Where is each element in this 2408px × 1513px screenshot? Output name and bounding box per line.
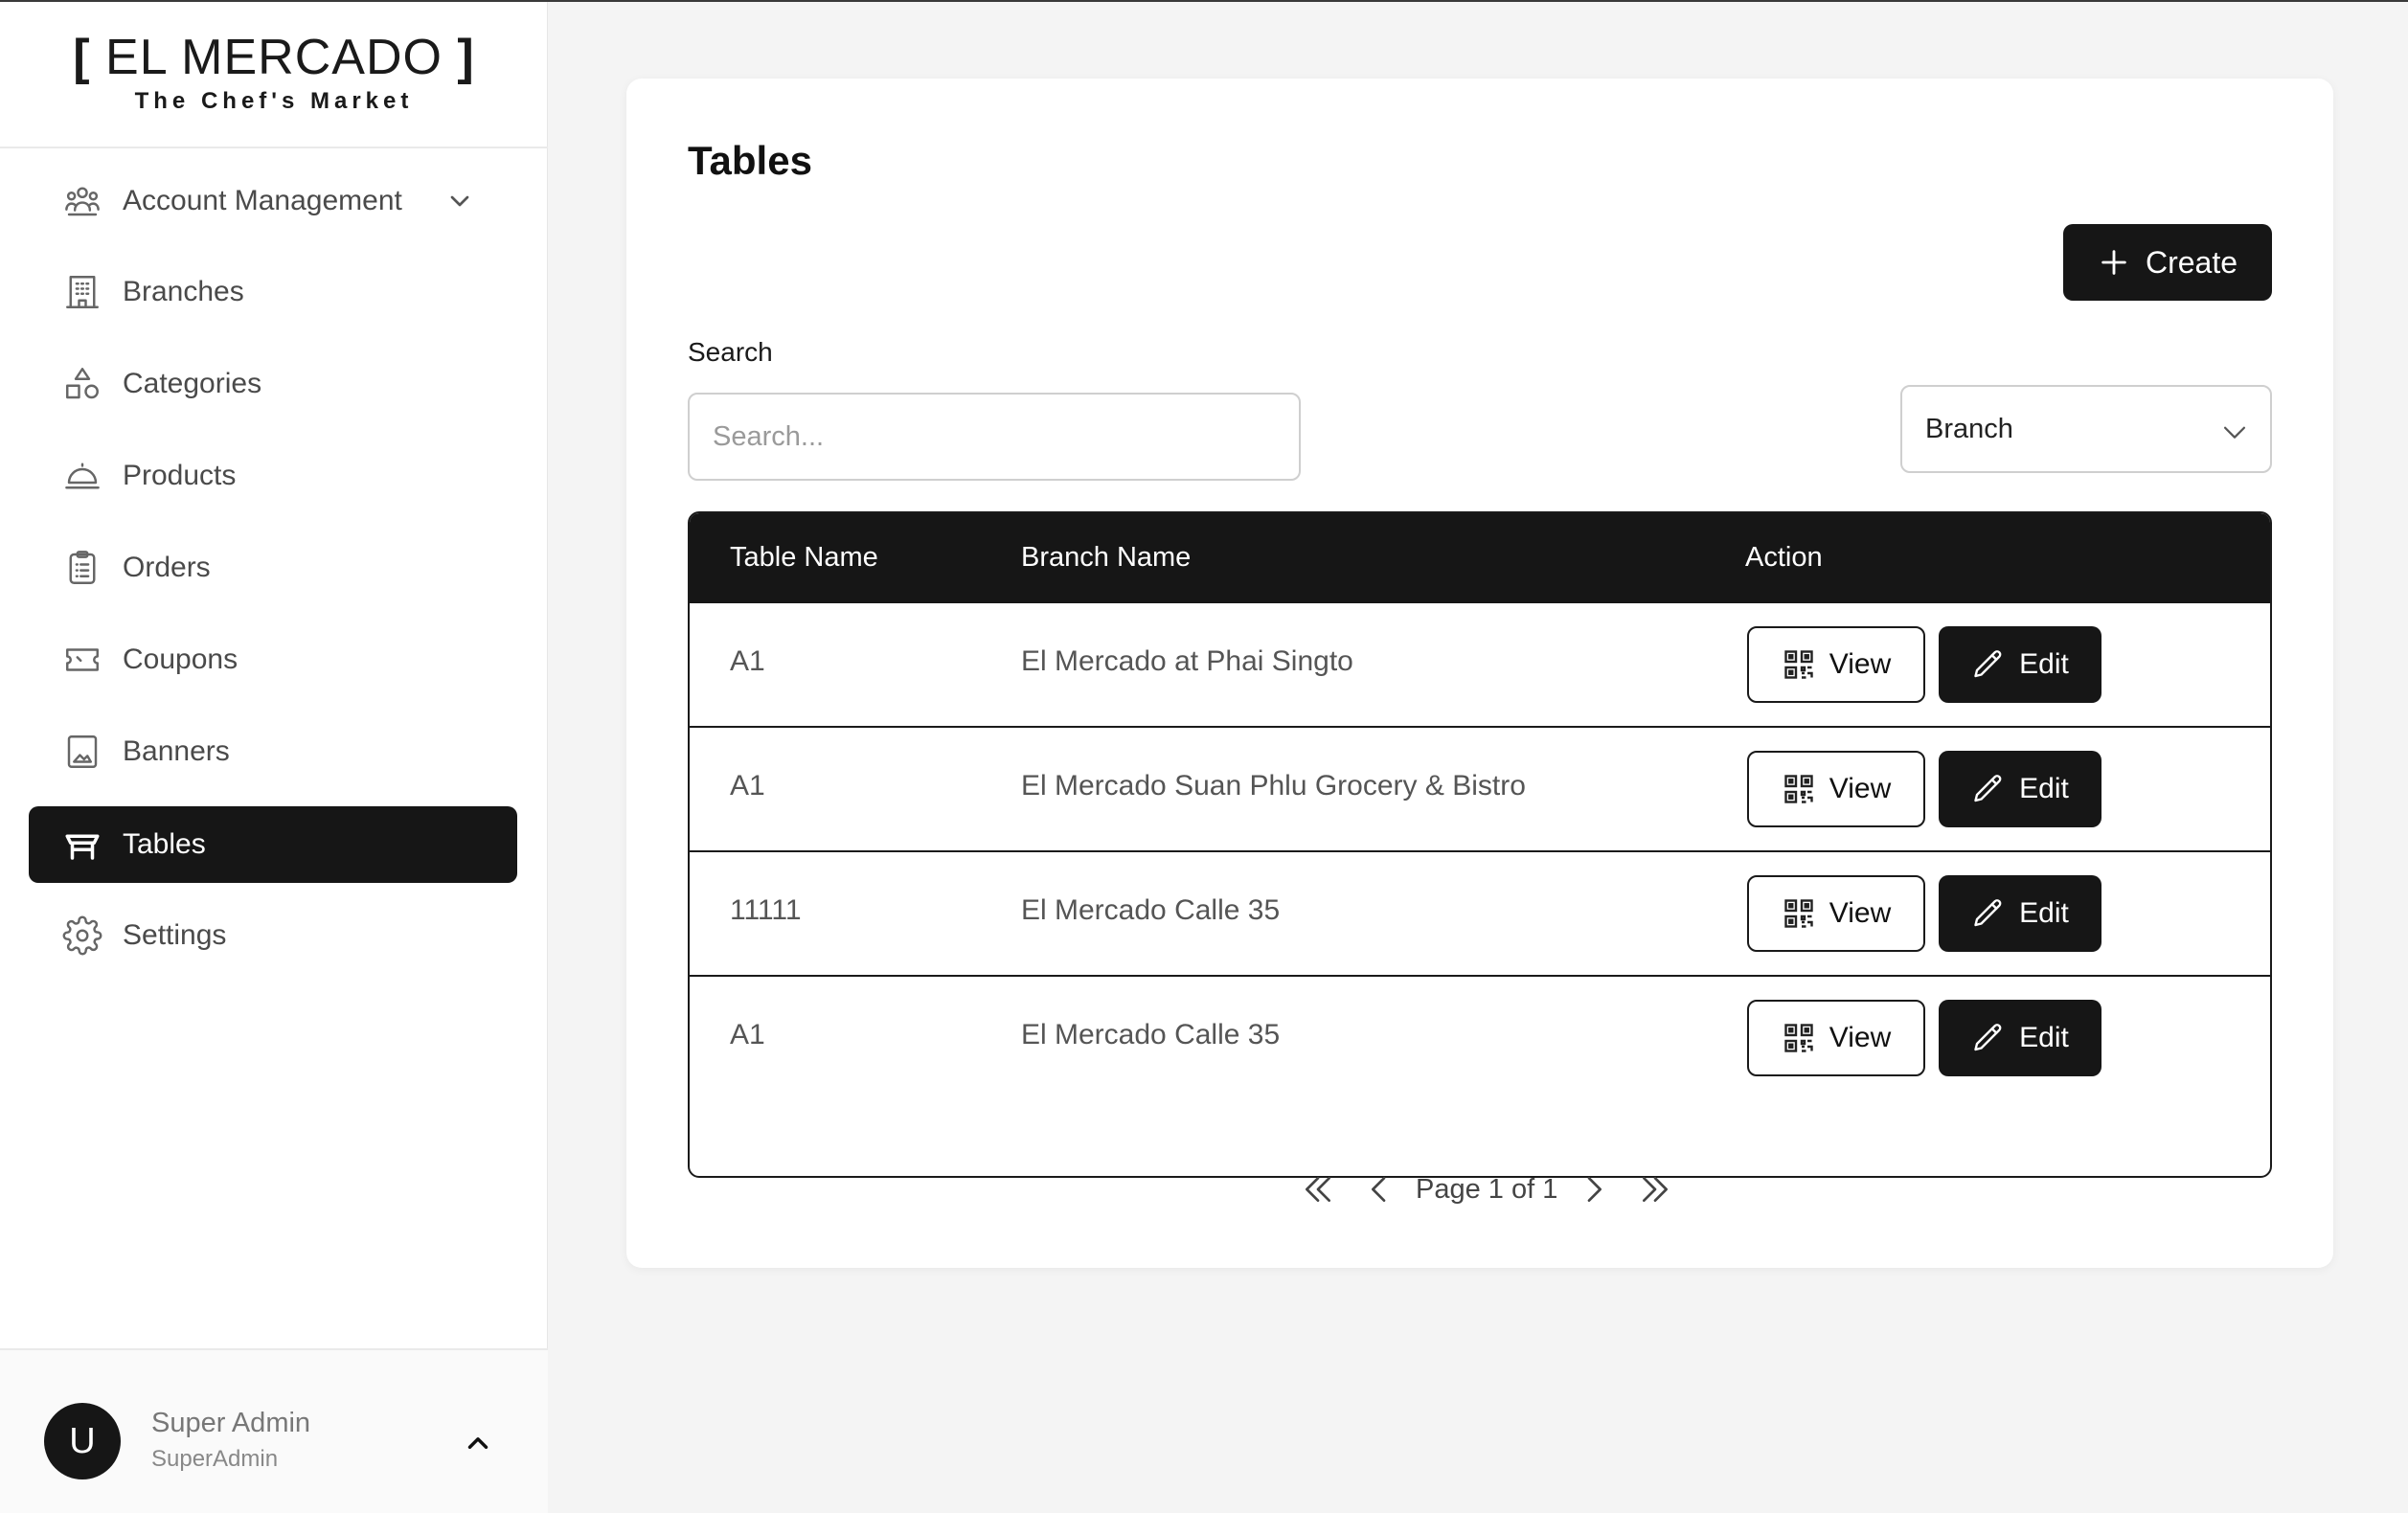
pagination: Page 1 of 1: [1297, 1161, 1676, 1218]
user-role: SuperAdmin: [151, 1446, 279, 1472]
building-icon: [61, 271, 103, 313]
view-button-label: View: [1829, 897, 1892, 929]
table-name-cell: 11111: [730, 894, 802, 926]
sidebar-item-products[interactable]: Products: [29, 438, 517, 514]
pencil-icon: [1974, 775, 2002, 802]
branch-name-cell: El Mercado at Phai Singto: [1021, 645, 1353, 677]
sidebar-item-branches[interactable]: Branches: [29, 254, 517, 330]
cloche-icon: [61, 455, 103, 497]
sidebar-item-orders[interactable]: Orders: [29, 530, 517, 606]
sidebar-item-label: Coupons: [123, 644, 239, 675]
page-title: Tables: [688, 138, 812, 183]
sidebar-item-banners[interactable]: Banners: [29, 713, 517, 790]
view-button[interactable]: View: [1747, 875, 1925, 952]
page-indicator: Page 1 of 1: [1416, 1173, 1558, 1205]
chevron-down-icon[interactable]: [444, 186, 475, 216]
branch-name-cell: El Mercado Calle 35: [1021, 1019, 1281, 1050]
sidebar-item-coupons[interactable]: Coupons: [29, 621, 517, 698]
sidebar-item-tables[interactable]: Tables: [29, 806, 517, 883]
sidebar-item-settings[interactable]: Settings: [29, 897, 517, 974]
branch-select-value: Branch: [1925, 413, 2013, 444]
last-page-icon[interactable]: [1634, 1168, 1676, 1210]
qr-code-icon: [1784, 899, 1813, 928]
edit-button[interactable]: Edit: [1939, 626, 2101, 703]
table-name-cell: A1: [730, 1019, 765, 1050]
branch-name-cell: El Mercado Calle 35: [1021, 894, 1281, 926]
clipboard-icon: [61, 547, 103, 589]
sidebar-item-label: Tables: [123, 828, 206, 860]
table-row: 11111 El Mercado Calle 35 View Edit: [690, 852, 2270, 977]
column-header-action: Action: [1745, 542, 1823, 573]
qr-code-icon: [1784, 650, 1813, 679]
sidebar-item-label: Banners: [123, 735, 230, 767]
edit-button[interactable]: Edit: [1939, 1000, 2101, 1076]
sidebar-item-label: Orders: [123, 552, 211, 583]
brand-title: [ EL MERCADO ]: [73, 30, 475, 85]
sidebar-item-account-management[interactable]: Account Management: [29, 163, 517, 239]
pencil-icon: [1974, 899, 2002, 927]
view-button-label: View: [1829, 1022, 1892, 1053]
table-name-cell: A1: [730, 645, 765, 677]
edit-button-label: Edit: [2019, 648, 2069, 680]
table-header: Table Name Branch Name Action: [690, 513, 2270, 603]
create-button[interactable]: Create: [2063, 224, 2272, 301]
chevron-down-icon: [2223, 426, 2246, 439]
table-row: A1 El Mercado at Phai Singto View Edit: [690, 603, 2270, 728]
sidebar-item-label: Account Management: [123, 185, 402, 216]
pencil-icon: [1974, 650, 2002, 678]
tables-card: Tables Create Search Branch Table Name B…: [626, 79, 2333, 1268]
plus-icon: [2101, 250, 2126, 275]
gear-icon: [61, 915, 103, 957]
edit-button-label: Edit: [2019, 897, 2069, 929]
pencil-icon: [1974, 1024, 2002, 1051]
previous-page-icon[interactable]: [1358, 1168, 1400, 1210]
window-top-border: [0, 0, 2408, 2]
user-menu[interactable]: U Super Admin SuperAdmin: [0, 1348, 548, 1513]
sidebar-item-label: Settings: [123, 919, 227, 951]
create-button-label: Create: [2145, 244, 2238, 280]
qr-code-icon: [1784, 1024, 1813, 1052]
qr-code-icon: [1784, 775, 1813, 803]
avatar: U: [44, 1403, 121, 1479]
image-icon: [61, 731, 103, 773]
edit-button[interactable]: Edit: [1939, 875, 2101, 952]
search-label: Search: [688, 337, 773, 367]
brand-subtitle: The Chef's Market: [134, 88, 414, 114]
users-icon: [61, 180, 103, 222]
edit-button-label: Edit: [2019, 773, 2069, 804]
search-input[interactable]: [688, 393, 1301, 481]
first-page-icon[interactable]: [1297, 1168, 1339, 1210]
edit-button-label: Edit: [2019, 1022, 2069, 1053]
sidebar-item-label: Categories: [123, 368, 262, 399]
table-icon: [61, 824, 103, 866]
sidebar-item-categories[interactable]: Categories: [29, 346, 517, 422]
column-header-branch-name: Branch Name: [1021, 542, 1192, 573]
view-button[interactable]: View: [1747, 626, 1925, 703]
branch-name-cell: El Mercado Suan Phlu Grocery & Bistro: [1021, 770, 1526, 802]
user-name: Super Admin: [151, 1408, 311, 1438]
tables-table: Table Name Branch Name Action A1 El Merc…: [688, 511, 2272, 1178]
sidebar-item-label: Branches: [123, 276, 244, 307]
column-header-table-name: Table Name: [730, 542, 878, 573]
chevron-up-icon[interactable]: [462, 1427, 494, 1459]
brand-logo[interactable]: [ EL MERCADO ] The Chef's Market: [0, 0, 548, 148]
view-button[interactable]: View: [1747, 1000, 1925, 1076]
view-button-label: View: [1829, 773, 1892, 804]
branch-select[interactable]: Branch: [1900, 385, 2272, 473]
view-button[interactable]: View: [1747, 751, 1925, 827]
table-row: A1 El Mercado Suan Phlu Grocery & Bistro…: [690, 728, 2270, 852]
edit-button[interactable]: Edit: [1939, 751, 2101, 827]
view-button-label: View: [1829, 648, 1892, 680]
table-name-cell: A1: [730, 770, 765, 802]
table-row: A1 El Mercado Calle 35 View Edit: [690, 977, 2270, 1101]
sidebar-item-label: Products: [123, 460, 237, 491]
next-page-icon[interactable]: [1573, 1168, 1615, 1210]
ticket-icon: [61, 639, 103, 681]
sidebar: [ EL MERCADO ] The Chef's Market Account…: [0, 0, 548, 1513]
shapes-icon: [61, 363, 103, 405]
